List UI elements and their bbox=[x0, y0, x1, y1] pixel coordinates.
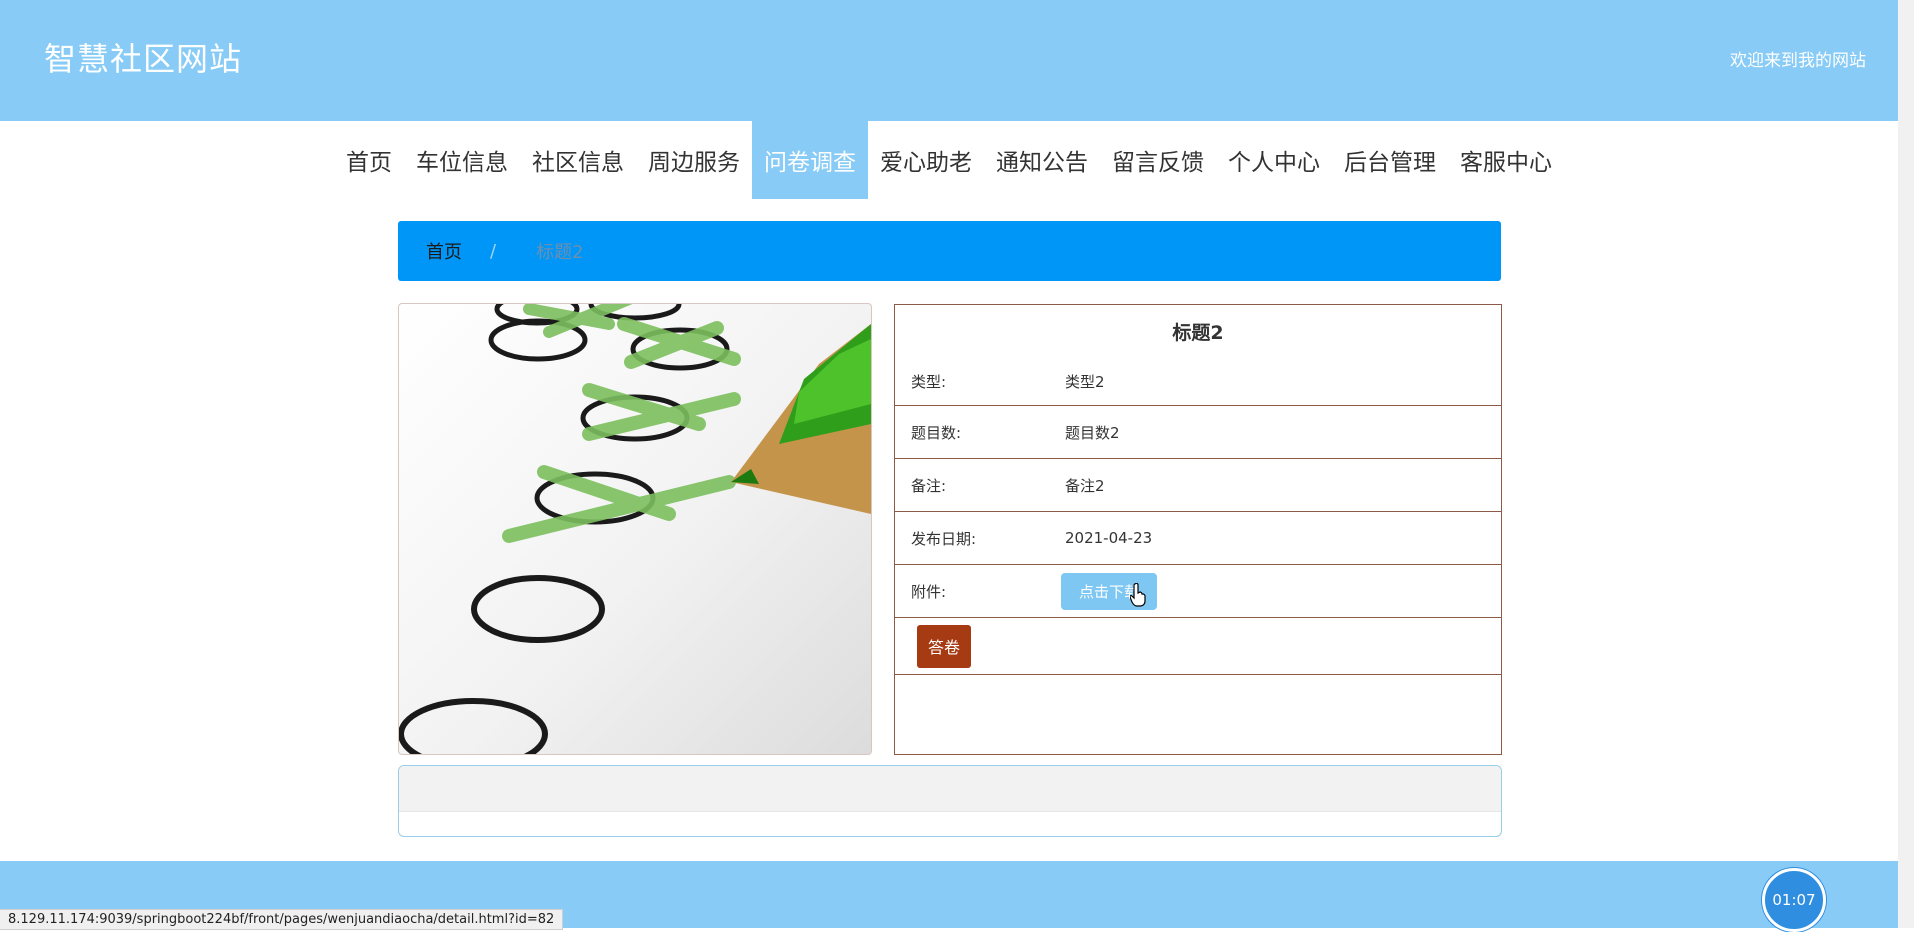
detail-row-remark: 备注: 备注2 bbox=[895, 458, 1501, 511]
nav-item-customer-service[interactable]: 客服中心 bbox=[1448, 121, 1564, 199]
detail-row-type: 类型: 类型2 bbox=[895, 357, 1501, 405]
remark-label: 备注: bbox=[911, 476, 947, 495]
main-nav: 首页 车位信息 社区信息 周边服务 问卷调查 爱心助老 通知公告 留言反馈 个人… bbox=[0, 121, 1898, 199]
publish-date-label: 发布日期: bbox=[911, 529, 977, 548]
survey-title: 标题2 bbox=[1172, 321, 1224, 344]
survey-checklist-icon bbox=[399, 304, 871, 754]
nav-item-parking[interactable]: 车位信息 bbox=[404, 121, 520, 199]
nav-item-community[interactable]: 社区信息 bbox=[520, 121, 636, 199]
detail-row-question-count: 题目数: 题目数2 bbox=[895, 405, 1501, 458]
nav-item-elderly-care[interactable]: 爱心助老 bbox=[868, 121, 984, 199]
nav-item-survey[interactable]: 问卷调查 bbox=[752, 121, 868, 199]
nav-item-feedback[interactable]: 留言反馈 bbox=[1100, 121, 1216, 199]
comment-panel bbox=[398, 765, 1502, 837]
publish-date-value: 2021-04-23 bbox=[1065, 529, 1153, 547]
nav-item-personal-center[interactable]: 个人中心 bbox=[1216, 121, 1332, 199]
nav-item-home[interactable]: 首页 bbox=[334, 121, 404, 199]
remark-value: 备注2 bbox=[1065, 476, 1105, 495]
site-header: 智慧社区网站 欢迎来到我的网站 bbox=[0, 0, 1898, 121]
answer-survey-button[interactable]: 答卷 bbox=[917, 624, 971, 668]
nav-item-notices[interactable]: 通知公告 bbox=[984, 121, 1100, 199]
hand-cursor-icon bbox=[1130, 583, 1146, 607]
survey-detail-panel: 标题2 类型: 类型2 题目数: 题目数2 备注: 备注2 发布日期: 2021… bbox=[894, 304, 1502, 755]
comment-panel-header bbox=[399, 766, 1501, 812]
survey-cover-image bbox=[398, 303, 872, 755]
breadcrumb-current: 标题2 bbox=[536, 242, 584, 263]
question-count-label: 题目数: bbox=[911, 423, 962, 442]
status-bar-url: 8.129.11.174:9039/springboot224bf/front/… bbox=[0, 909, 564, 930]
nav-item-admin[interactable]: 后台管理 bbox=[1332, 121, 1448, 199]
question-count-value: 题目数2 bbox=[1065, 423, 1120, 442]
breadcrumb: 首页 / 标题2 bbox=[398, 221, 1501, 281]
nav-item-nearby-services[interactable]: 周边服务 bbox=[636, 121, 752, 199]
attachment-label: 附件: bbox=[911, 582, 947, 601]
welcome-text: 欢迎来到我的网站 bbox=[1730, 51, 1866, 71]
type-value: 类型2 bbox=[1065, 372, 1105, 391]
breadcrumb-home-link[interactable]: 首页 bbox=[426, 238, 462, 264]
timer-badge[interactable]: 01:07 bbox=[1762, 868, 1826, 932]
answer-row: 答卷 bbox=[895, 617, 1501, 675]
site-title[interactable]: 智慧社区网站 bbox=[44, 34, 242, 80]
detail-row-publish-date: 发布日期: 2021-04-23 bbox=[895, 511, 1501, 564]
type-label: 类型: bbox=[911, 372, 947, 391]
breadcrumb-separator: / bbox=[490, 240, 497, 262]
detail-row-attachment: 附件: 点击下载 bbox=[895, 564, 1501, 617]
page-scrollbar[interactable] bbox=[1898, 0, 1914, 928]
